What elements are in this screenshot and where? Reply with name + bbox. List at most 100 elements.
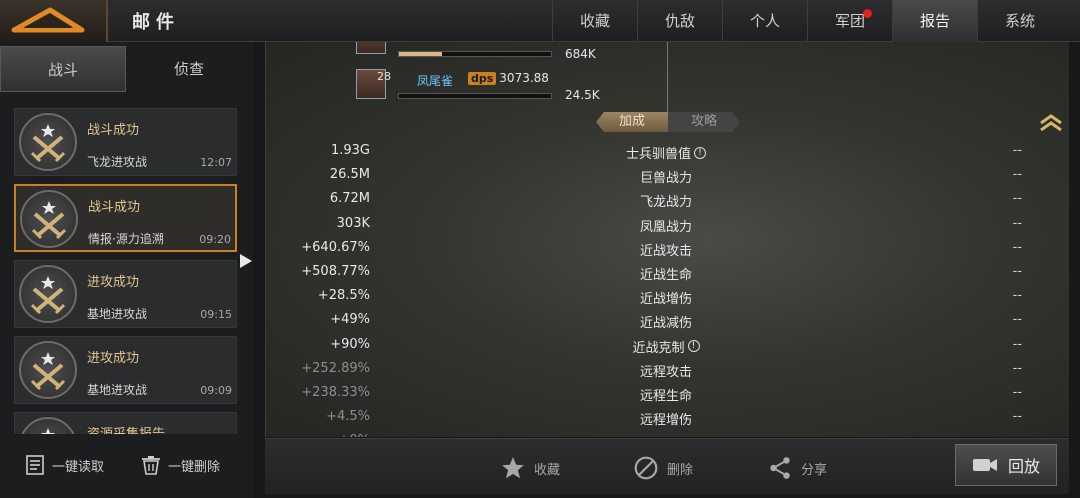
stat-compare: --: [1012, 191, 1022, 207]
stat-row: +49% 近战减伤 --: [266, 309, 1069, 333]
stat-name: 近战克制: [632, 340, 685, 356]
player-value: 684K: [565, 47, 596, 61]
tab-4[interactable]: 报告: [892, 0, 977, 42]
left-actions: 一键读取 一键删除: [0, 446, 253, 486]
stat-compare: --: [1012, 167, 1022, 183]
subtab-1[interactable]: 侦查: [126, 46, 252, 92]
mail-time: 12:07: [200, 156, 232, 169]
player-bar: [398, 93, 552, 99]
stat-name: 近战生命: [639, 268, 692, 283]
replay-button[interactable]: 回放: [955, 444, 1057, 486]
player-bar-fill: [399, 52, 442, 56]
stat-name: 凤凰战力: [639, 219, 692, 235]
tab-bonus[interactable]: 加成: [596, 112, 668, 132]
tab-guide[interactable]: 攻略: [668, 112, 740, 132]
mail-item[interactable]: 战斗成功 情报·源力追溯 09:20: [14, 184, 237, 252]
stat-row: +0% 远程减伤 --: [266, 430, 1069, 437]
stat-name: 近战攻击: [639, 243, 692, 259]
delete-all-button[interactable]: 一键删除: [140, 454, 220, 476]
stat-row: 1.93G 士兵驯兽值! --: [266, 140, 1069, 164]
crossed-swords-icon: [30, 352, 66, 391]
tab-0[interactable]: 收藏: [552, 0, 637, 42]
stat-name: 士兵驯兽值: [625, 147, 691, 162]
stat-name: 近战减伤: [639, 316, 692, 332]
stat-row: 6.72M 飞龙战力 --: [266, 188, 1069, 212]
share-icon: [770, 457, 790, 479]
subtab-0[interactable]: 战斗: [0, 46, 126, 92]
mail-subtitle: 基地进攻战: [87, 383, 148, 397]
selection-arrow-icon: [240, 254, 252, 268]
stat-value: +238.33%: [301, 385, 370, 400]
divider: [667, 42, 668, 112]
stat-name: 远程生命: [639, 389, 692, 404]
info-icon[interactable]: !: [687, 340, 700, 353]
delete-button[interactable]: 删除: [633, 455, 693, 481]
read-all-button[interactable]: 一键读取: [24, 454, 104, 476]
delete-all-label: 一键删除: [168, 459, 221, 475]
tab-label: 系统: [1004, 12, 1035, 30]
stat-compare: --: [1012, 336, 1022, 352]
mail-item[interactable]: 战斗成功 飞龙进攻战 12:07: [14, 108, 237, 176]
back-button[interactable]: [0, 0, 108, 42]
tab-label: 军团: [834, 12, 865, 30]
stat-label: 近战攻击: [596, 240, 736, 259]
mail-list[interactable]: 战斗成功 飞龙进攻战 12:07 战斗成功 情报·源力追溯 09:20 进攻成功 基地进攻战 0…: [0, 104, 253, 434]
favorite-button[interactable]: 收藏: [500, 455, 560, 481]
info-icon[interactable]: !: [694, 146, 706, 159]
stat-value: +640.67%: [301, 239, 370, 255]
stats-toggle: 加成 攻略: [596, 112, 740, 132]
dps-tag: dps: [468, 71, 497, 85]
tab-1[interactable]: 仇敌: [637, 0, 722, 42]
mail-item[interactable]: 资源采集报告: [14, 412, 237, 434]
stat-compare: --: [1012, 215, 1022, 231]
share-button[interactable]: 分享: [767, 455, 827, 481]
tab-2[interactable]: 个人: [722, 0, 807, 42]
mail-title: 进攻成功: [87, 351, 140, 366]
mail-item[interactable]: 进攻成功 基地进攻战 09:15: [14, 260, 237, 328]
stat-compare: --: [1012, 360, 1022, 376]
stat-label: 凤凰战力: [596, 216, 736, 235]
mail-item[interactable]: 进攻成功 基地进攻战 09:09: [14, 336, 237, 404]
tab-label: 收藏: [579, 12, 610, 30]
player-avatar[interactable]: [356, 42, 386, 54]
stat-name: 远程减伤: [640, 433, 692, 437]
crossed-swords-icon: [31, 201, 67, 240]
tab-3[interactable]: 军团: [807, 0, 892, 42]
stat-row: +90% 近战克制! --: [266, 334, 1069, 358]
battle-badge: [19, 341, 77, 399]
player-bar: [398, 51, 552, 57]
stat-row: 303K 凤凰战力 --: [266, 213, 1069, 237]
read-all-icon: [26, 455, 44, 475]
video-camera-icon: [972, 459, 997, 471]
stat-value: +252.89%: [301, 360, 370, 376]
stat-label: 士兵驯兽值!: [596, 143, 736, 162]
stat-value: +0%: [338, 433, 370, 437]
page-title: 邮件: [132, 12, 180, 33]
stat-value: 303K: [336, 215, 370, 231]
stat-value: +90%: [330, 336, 370, 352]
stat-name: 近战增伤: [639, 292, 692, 308]
report-panel: 684K 28 凤尾雀 dps 3073.88 24.5K 加成 攻略 1.93…: [265, 42, 1069, 437]
favorite-label: 收藏: [534, 462, 561, 478]
tab-5[interactable]: 系统: [977, 0, 1062, 42]
battle-badge: [20, 190, 78, 248]
stat-row: +252.89% 远程攻击 --: [266, 358, 1069, 382]
player-dps: dps 3073.88: [468, 71, 549, 85]
stat-label: 远程攻击: [596, 361, 736, 380]
stat-value: 6.72M: [329, 191, 370, 207]
stat-value: +28.5%: [317, 288, 370, 304]
delete-label: 删除: [667, 462, 694, 478]
stat-row: 26.5M 巨兽战力 --: [266, 164, 1069, 188]
crossed-swords-icon: [30, 276, 66, 315]
stat-name: 远程攻击: [639, 364, 692, 380]
stat-value: 26.5M: [329, 167, 370, 183]
stat-compare: --: [1012, 288, 1022, 304]
stat-label: 近战增伤: [596, 288, 736, 307]
collapse-button[interactable]: [1039, 114, 1063, 136]
mail-subtitle: 情报·源力追溯: [88, 232, 164, 246]
tab-label: 个人: [749, 12, 780, 30]
player-name: 凤尾雀: [417, 74, 454, 88]
stat-value: 1.93G: [330, 143, 370, 158]
stat-row: +4.5% 远程增伤 --: [266, 406, 1069, 430]
stat-label: 远程增伤: [596, 409, 736, 428]
